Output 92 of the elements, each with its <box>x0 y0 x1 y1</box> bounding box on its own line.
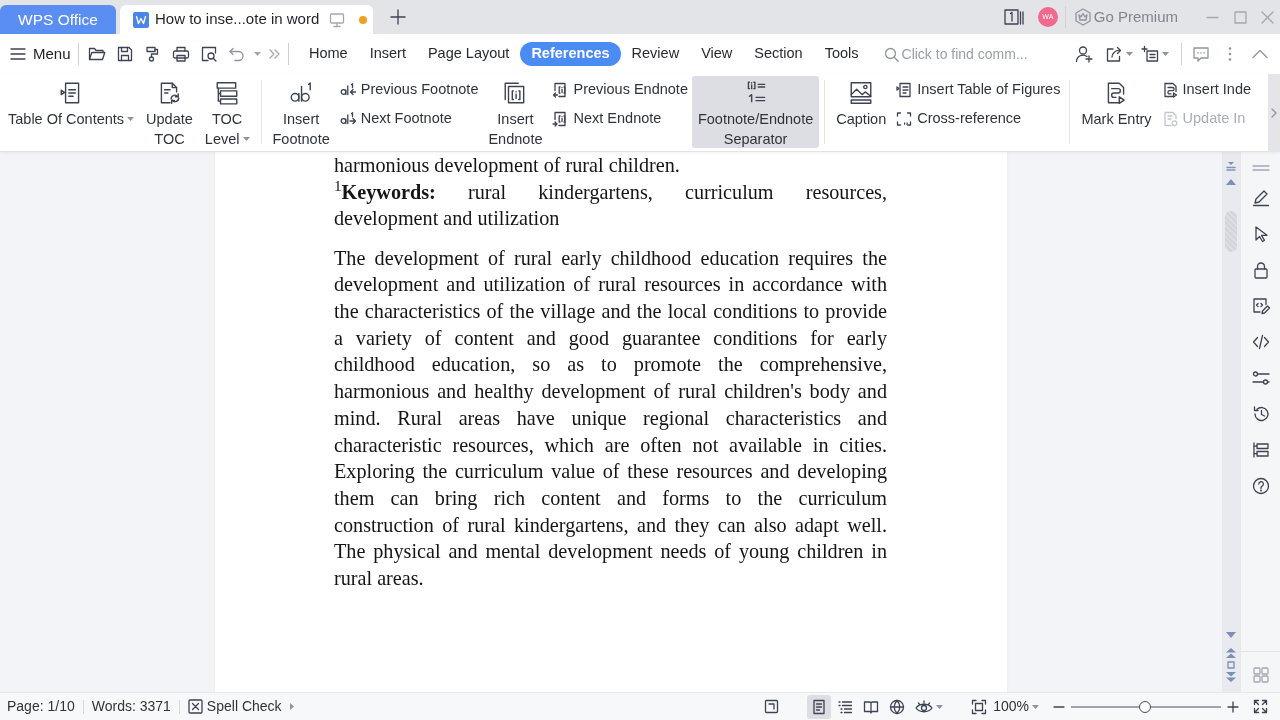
tree-list-icon[interactable] <box>1251 441 1270 459</box>
ribbon-button[interactable]: TOC Level <box>198 76 256 148</box>
undo-icon[interactable] <box>228 45 246 63</box>
help-icon[interactable] <box>1251 477 1270 495</box>
ribbon-small-button[interactable]: Next Footnote <box>339 106 479 132</box>
paragraph-text: The development of rural early childhood education requires the development and utilization of rural resources in accordance with the characteristics of the village and the local conditions to provide a variety of content and good guarantee conditions for early childhood education, so as to promote the comprehensive, harmonious and healthy development of rural children's body and mind. Rural areas have unique regional characteristics and characteristic resources, which are often not available in cities. Exploring the curriculum value of these resources and developing them can bring rich content and forms to the curriculum construction of rural kindergartens, and they can also adapt well. The physical and mental development needs of young children in rural areas. <box>334 245 887 592</box>
word-count-text[interactable]: Words: 3371 <box>91 696 171 717</box>
menu-tab[interactable]: View <box>690 42 744 66</box>
paragraph-text: harmonious development of rural children. <box>334 153 681 179</box>
split-handle-icon[interactable] <box>1226 162 1236 171</box>
person-plus-icon[interactable] <box>1075 45 1093 63</box>
share-icon[interactable] <box>1105 45 1123 63</box>
page-link-icon <box>1161 82 1178 98</box>
ribbon-button[interactable]: Footnote/Endnote Separator <box>691 76 820 148</box>
caret-right-icon[interactable] <box>289 703 294 710</box>
ribbon-button[interactable]: Insert Endnote <box>482 76 549 148</box>
handle-icon <box>1251 165 1270 171</box>
document-icon <box>133 11 149 28</box>
scroll-up-icon[interactable] <box>1226 179 1236 185</box>
menu-tab[interactable]: Review <box>620 42 691 66</box>
pencil-icon[interactable] <box>1251 189 1270 207</box>
frame-icon[interactable] <box>764 699 780 714</box>
search-field[interactable]: Click to find comm... <box>898 43 1034 65</box>
ribbon-button[interactable]: Update TOC <box>140 76 199 148</box>
plus-icon[interactable] <box>389 8 408 26</box>
print-icon[interactable] <box>172 45 190 63</box>
search-icon <box>883 46 899 62</box>
ab-arrow-right-icon <box>339 111 356 127</box>
x-box-icon <box>187 699 203 714</box>
page-list-icon <box>896 82 913 98</box>
panel-icon[interactable] <box>1003 8 1024 26</box>
spell-check-button[interactable]: Spell Check <box>187 696 282 717</box>
vertical-scrollbar[interactable] <box>1222 152 1240 692</box>
menu-tab[interactable]: Tools <box>813 42 870 66</box>
double-arrow-up-icon[interactable] <box>1226 648 1236 658</box>
view-mode-button[interactable] <box>807 694 832 719</box>
zoom-slider[interactable] <box>1071 700 1221 713</box>
page-icon <box>811 698 828 715</box>
ribbon-small-button[interactable]: Insert Inde <box>1161 77 1252 103</box>
tab-title: How to inse...ote in word <box>155 9 321 30</box>
ribbon-button[interactable]: Insert Footnote <box>266 76 336 148</box>
paragraph-text: $^{1}$Keywords: rural kindergartens, curriculum resources, development and utilization <box>334 178 887 232</box>
save-icon[interactable] <box>116 45 134 63</box>
menu-button[interactable]: Menu <box>0 42 70 66</box>
page-count-text[interactable]: Page: 1/10 <box>7 696 75 717</box>
chevron-right-icon <box>1271 108 1277 118</box>
bracket-page-right-icon <box>552 111 569 127</box>
corner-brackets-icon <box>896 111 913 127</box>
ribbon-button[interactable]: Caption <box>830 76 893 148</box>
slider-thumb[interactable] <box>1138 700 1151 713</box>
fit-icon[interactable] <box>971 698 988 715</box>
zoom-percent[interactable]: 100% <box>993 696 1029 717</box>
ribbon-small-button[interactable]: Insert Table of Figures <box>896 77 1061 103</box>
document-tab[interactable]: How to inse...ote in word <box>120 5 374 34</box>
monitor-icon <box>329 11 346 28</box>
scroll-down-icon[interactable] <box>1226 632 1236 638</box>
ribbon-small-button[interactable]: Previous Endnote <box>552 77 688 103</box>
ribbon-small-button[interactable]: Cross-reference <box>896 106 1061 132</box>
folder-icon[interactable] <box>88 45 106 63</box>
caret-icon <box>1162 52 1169 56</box>
ribbon-small-button[interactable]: Next Endnote <box>552 106 688 132</box>
fullscreen-icon[interactable] <box>1253 699 1268 714</box>
lock-icon[interactable] <box>1251 261 1270 279</box>
globe-icon <box>889 698 906 715</box>
ribbon-small-button[interactable]: Previous Footnote <box>339 77 479 103</box>
ab-arrow-left-icon <box>339 82 356 98</box>
menu-tab[interactable]: Page Layout <box>416 42 521 66</box>
page-refresh-icon <box>1161 111 1178 127</box>
bracket-page-left-icon <box>552 82 569 98</box>
menu-icon <box>10 47 26 61</box>
code-icon[interactable] <box>1251 333 1270 351</box>
caret-icon <box>936 704 944 709</box>
caret-icon <box>254 52 261 56</box>
comment-icon[interactable] <box>1192 45 1210 63</box>
menu-tab[interactable]: Insert <box>358 42 417 66</box>
list-plus-icon[interactable] <box>1141 45 1159 63</box>
eye-icon[interactable] <box>915 698 934 715</box>
menu-tab[interactable]: Home <box>298 42 359 66</box>
ribbon-button[interactable]: Table Of Contents <box>2 76 141 148</box>
history-icon[interactable] <box>1251 405 1270 423</box>
plus-icon[interactable] <box>1227 700 1239 713</box>
crown-hexagon-icon <box>1073 8 1092 26</box>
page-magnifier-icon[interactable] <box>200 45 218 63</box>
caret-icon <box>1032 704 1039 709</box>
menu-tab[interactable]: Section <box>743 42 814 66</box>
double-arrow-down-icon[interactable] <box>1226 672 1236 682</box>
caret-icon <box>1126 52 1133 56</box>
sliders-icon[interactable] <box>1251 369 1270 387</box>
outline-icon <box>837 698 854 715</box>
book-icon <box>863 698 880 715</box>
ribbon-button[interactable]: Mark Entry <box>1075 76 1158 148</box>
code-pen-icon[interactable] <box>1251 297 1270 315</box>
